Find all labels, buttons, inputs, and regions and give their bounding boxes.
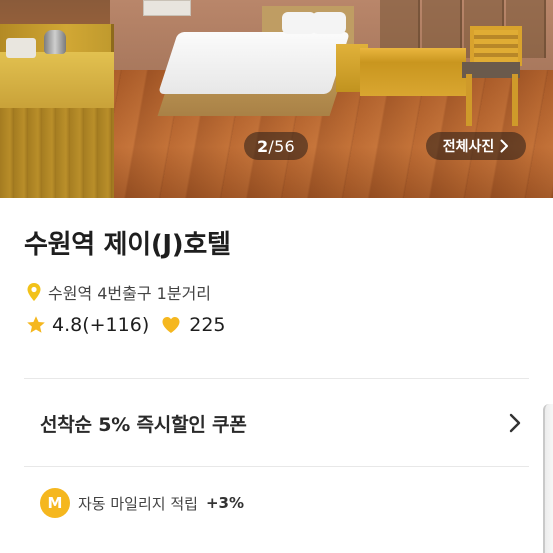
photo-desk-front bbox=[0, 108, 114, 198]
photo-chair-leg bbox=[512, 74, 518, 126]
photo-chair-back bbox=[470, 26, 522, 66]
location-text: 수원역 4번출구 1분거리 bbox=[48, 284, 212, 303]
mileage-row: M 자동 마일리지 적립 +3% bbox=[40, 488, 244, 518]
heart-icon bbox=[162, 317, 180, 333]
photo-bench bbox=[360, 48, 466, 96]
all-photos-label: 전체사진 bbox=[442, 139, 495, 155]
photo-pillow bbox=[282, 12, 316, 34]
rating-value: 4.8(+116) bbox=[52, 314, 150, 336]
mileage-label: 자동 마일리지 적립 bbox=[78, 494, 198, 513]
photo-bed-sheet bbox=[157, 32, 351, 94]
mileage-badge-icon: M bbox=[40, 488, 70, 518]
likes-count: 225 bbox=[189, 314, 226, 336]
photo-counter: 2/56 bbox=[244, 132, 308, 160]
mileage-rate: +3% bbox=[205, 494, 244, 512]
photo-kettle bbox=[44, 30, 66, 54]
photo-counter-current: 2 bbox=[256, 136, 269, 156]
divider bbox=[24, 378, 529, 379]
chevron-right-icon bbox=[500, 139, 509, 153]
hotel-name: 수원역 제이(J)호텔 bbox=[24, 230, 231, 260]
photo-pillow bbox=[312, 12, 346, 34]
rating-row[interactable]: 4.8(+116) 225 bbox=[26, 314, 226, 336]
room-photo[interactable]: 2/56 전체사진 bbox=[0, 0, 553, 198]
all-photos-button[interactable]: 전체사진 bbox=[426, 132, 526, 160]
photo-chair-leg bbox=[466, 74, 472, 126]
chevron-right-icon bbox=[509, 413, 521, 433]
photo-aircon bbox=[143, 0, 191, 16]
location-pin-icon bbox=[27, 283, 41, 301]
divider bbox=[24, 466, 529, 467]
side-scroll-handle[interactable] bbox=[543, 404, 553, 553]
coupon-banner[interactable]: 선착순 5% 즉시할인 쿠폰 bbox=[40, 402, 530, 444]
photo-counter-total: /56 bbox=[268, 136, 296, 156]
hotel-detail-page: 2/56 전체사진 수원역 제이(J)호텔 수원역 4번출구 1분거리 4.8(… bbox=[0, 0, 553, 553]
star-icon bbox=[27, 316, 45, 333]
photo-desk-top bbox=[0, 52, 114, 108]
photo-desk bbox=[0, 24, 114, 198]
photo-cups bbox=[6, 38, 36, 58]
coupon-label: 선착순 5% 즉시할인 쿠폰 bbox=[40, 413, 247, 436]
location-row[interactable]: 수원역 4번출구 1분거리 bbox=[26, 280, 211, 304]
